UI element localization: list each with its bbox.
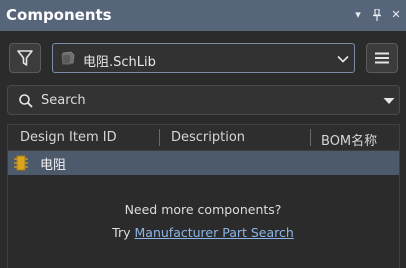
panel-menu-icon[interactable]: ▾ — [351, 7, 365, 23]
need-more-components-text: Need more components? — [124, 202, 282, 217]
column-header-description[interactable]: Description — [171, 130, 245, 145]
library-selector[interactable]: 电阻.SchLib — [52, 43, 355, 73]
component-icon — [14, 155, 28, 171]
filter-button[interactable] — [9, 43, 41, 73]
try-prefix: Try — [112, 225, 131, 240]
column-separator[interactable] — [310, 129, 311, 146]
search-input[interactable]: Search — [7, 85, 400, 115]
panel-titlebar: Components ▾ ✕ — [0, 0, 406, 31]
column-header-design-item-id[interactable]: Design Item ID — [20, 130, 117, 145]
panel-menu-button[interactable] — [366, 43, 398, 73]
search-icon — [19, 94, 33, 108]
chevron-down-icon — [337, 55, 349, 63]
filter-icon — [17, 50, 33, 66]
hamburger-menu-icon — [375, 52, 389, 64]
row-design-item-id: 电阻 — [40, 158, 67, 173]
library-selected-value: 电阻.SchLib — [83, 55, 156, 70]
schlib-icon — [61, 51, 75, 65]
try-manufacturer-search: Try Manufacturer Part Search — [0, 225, 406, 240]
column-separator[interactable] — [159, 129, 160, 146]
pin-icon[interactable] — [370, 7, 384, 23]
manufacturer-part-search-link[interactable]: Manufacturer Part Search — [135, 225, 294, 240]
search-placeholder: Search — [41, 93, 86, 108]
grid-header: Design Item ID Description BOM名称 — [8, 125, 399, 151]
panel-title: Components — [6, 6, 112, 24]
table-row[interactable]: 电阻 — [8, 151, 399, 175]
components-grid: Design Item ID Description BOM名称 电阻 — [7, 124, 400, 268]
column-header-bom-name[interactable]: BOM名称 — [321, 130, 377, 149]
search-dropdown-icon[interactable] — [383, 97, 395, 105]
close-icon[interactable]: ✕ — [389, 7, 403, 23]
